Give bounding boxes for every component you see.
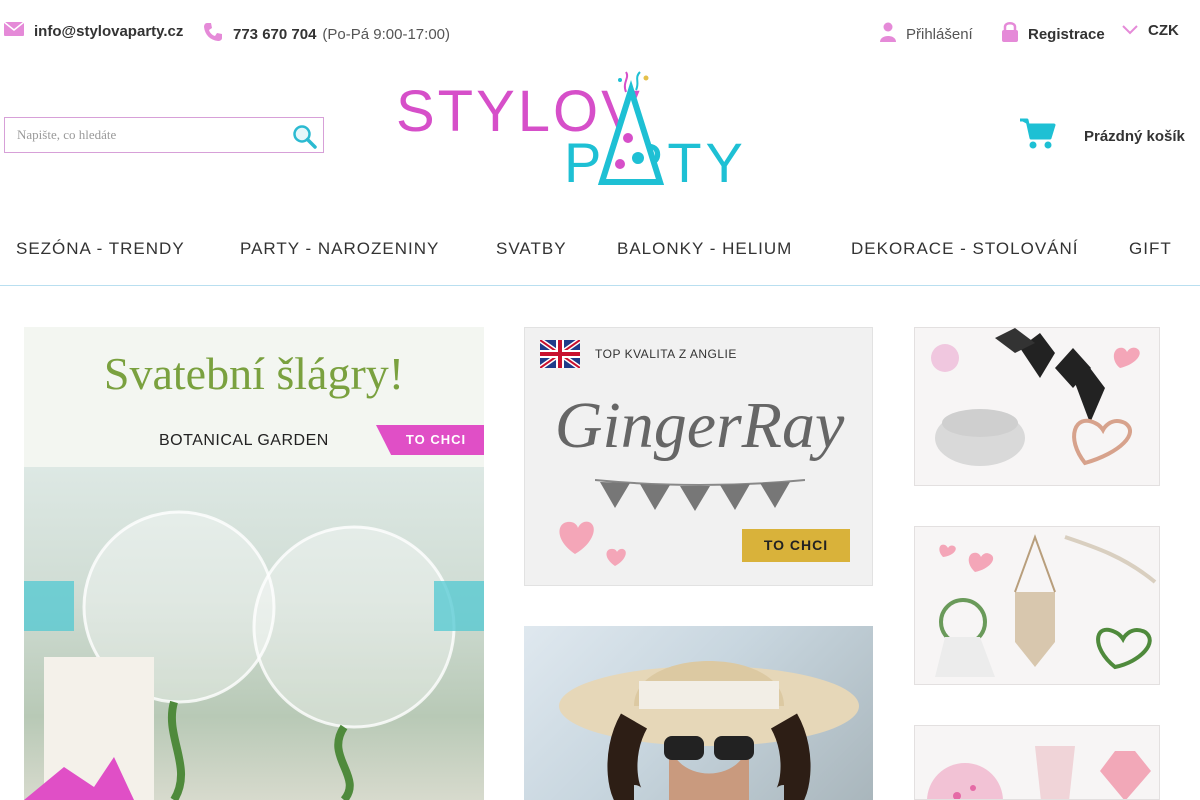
brand-name: GingerRay: [554, 389, 845, 462]
currency-selector[interactable]: CZK: [1122, 22, 1179, 39]
bunting-image: [595, 479, 805, 511]
slider-next-button[interactable]: [434, 581, 484, 631]
cart-widget[interactable]: Prázdný košík: [1020, 116, 1185, 156]
nav-item-gift[interactable]: GIFT: [1129, 239, 1172, 259]
uk-flag-icon: [540, 340, 580, 368]
balloons-image: [24, 510, 456, 800]
opening-hours: (Po-Pá 9:00-17:00): [322, 25, 450, 43]
envelope-icon: [3, 21, 25, 40]
email-text: info@stylovaparty.cz: [34, 22, 184, 40]
top-bar: info@stylovaparty.cz 773 670 704 (Po-Pá …: [0, 0, 1200, 68]
hero-photo: [24, 467, 484, 800]
party-supplies-image: [927, 746, 1151, 799]
hero-subtitle: BOTANICAL GARDEN: [159, 432, 329, 449]
hen-party-decor-image: [931, 328, 1140, 466]
user-icon: [880, 22, 896, 46]
hero-cta-button[interactable]: TO CHCI: [376, 425, 484, 455]
nav-item-balloons-helium[interactable]: BALONKY - HELIUM: [617, 239, 792, 259]
ginger-ray-banner[interactable]: TOP KVALITA Z ANGLIE GingerRay TO CHCI: [524, 327, 873, 586]
bride-hat-banner[interactable]: [524, 626, 873, 800]
category-tile-boho-wedding[interactable]: [914, 526, 1160, 685]
hearts-image: [559, 521, 626, 566]
hero-title: Svatební šlágry!: [103, 348, 405, 399]
contact-email[interactable]: info@stylovaparty.cz: [3, 21, 184, 40]
nav-item-party-birthday[interactable]: PARTY - NAROZENINY: [240, 239, 439, 259]
category-tile-party-supplies[interactable]: [914, 725, 1160, 800]
boho-decor-image: [935, 534, 1157, 677]
register-label: Registrace: [1028, 25, 1105, 43]
cart-icon: [1020, 118, 1056, 155]
nav-item-decoration-tableware[interactable]: DEKORACE - STOLOVÁNÍ: [851, 239, 1079, 259]
category-tile-hen-party[interactable]: [914, 327, 1160, 486]
cart-label: Prázdný košík: [1084, 127, 1185, 145]
register-link[interactable]: Registrace: [1002, 22, 1105, 46]
slider-prev-button[interactable]: [24, 581, 74, 631]
site-logo[interactable]: STYLOV P RTY: [396, 70, 776, 194]
search-box: [4, 117, 324, 153]
login-link[interactable]: Přihlášení: [880, 22, 973, 46]
nav-item-weddings[interactable]: SVATBY: [496, 239, 567, 259]
quality-tag: TOP KVALITA Z ANGLIE: [595, 347, 737, 361]
nav-item-season-trends[interactable]: SEZÓNA - TRENDY: [16, 239, 185, 259]
phone-text: 773 670 704: [233, 25, 317, 43]
search-icon[interactable]: [291, 123, 317, 149]
party-hat-icon: [597, 71, 665, 185]
ginger-cta-button[interactable]: TO CHCI: [742, 529, 850, 562]
chevron-down-icon: [1122, 22, 1138, 39]
bride-photo-image: [559, 661, 859, 800]
main-navigation: SEZÓNA - TRENDY PARTY - NAROZENINY SVATB…: [0, 228, 1200, 286]
search-input[interactable]: [5, 118, 285, 152]
lock-icon: [1002, 22, 1018, 46]
phone-icon: [203, 22, 223, 46]
login-label: Přihlášení: [906, 25, 973, 43]
currency-label: CZK: [1148, 22, 1179, 39]
hero-slider[interactable]: Svatební šlágry! BOTANICAL GARDEN TO CHC…: [24, 327, 484, 800]
contact-phone[interactable]: 773 670 704 (Po-Pá 9:00-17:00): [203, 22, 450, 46]
